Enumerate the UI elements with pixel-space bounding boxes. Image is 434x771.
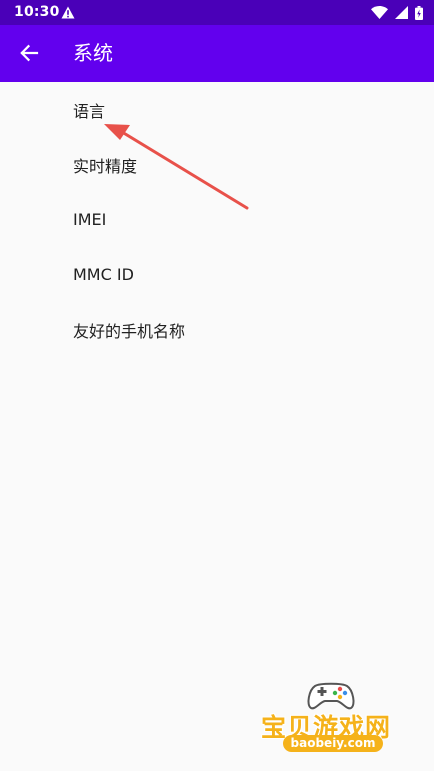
gamepad-icon: [307, 682, 355, 710]
watermark-url: baobeiy.com: [283, 735, 383, 752]
status-icons: [371, 4, 423, 21]
settings-item-mmc-id[interactable]: MMC ID: [0, 247, 434, 302]
settings-item-imei[interactable]: IMEI: [0, 192, 434, 247]
battery-icon: [415, 5, 423, 20]
settings-item-label: IMEI: [73, 210, 107, 229]
settings-item-label: 友好的手机名称: [73, 321, 186, 341]
settings-item-label: 语言: [73, 101, 106, 121]
wifi-icon: [371, 6, 388, 19]
settings-item-label: MMC ID: [73, 265, 134, 284]
settings-item-friendly-phone-name[interactable]: 友好的手机名称: [0, 302, 434, 357]
app-bar: 系统: [0, 25, 434, 82]
signal-icon: [395, 6, 408, 19]
warning-icon: [61, 6, 75, 19]
page-title: 系统: [73, 41, 113, 65]
status-bar: 10:30: [0, 0, 434, 25]
settings-item-realtime-precision[interactable]: 实时精度: [0, 137, 434, 192]
settings-item-language[interactable]: 语言: [0, 82, 434, 137]
status-time: 10:30: [14, 4, 60, 20]
arrow-left-icon: [20, 44, 39, 62]
back-button[interactable]: [10, 34, 48, 72]
watermark-logo: 宝贝游戏网 baobeiy.com: [258, 678, 408, 758]
settings-item-label: 实时精度: [73, 156, 138, 176]
settings-list: 语言 实时精度 IMEI MMC ID 友好的手机名称: [0, 82, 434, 357]
